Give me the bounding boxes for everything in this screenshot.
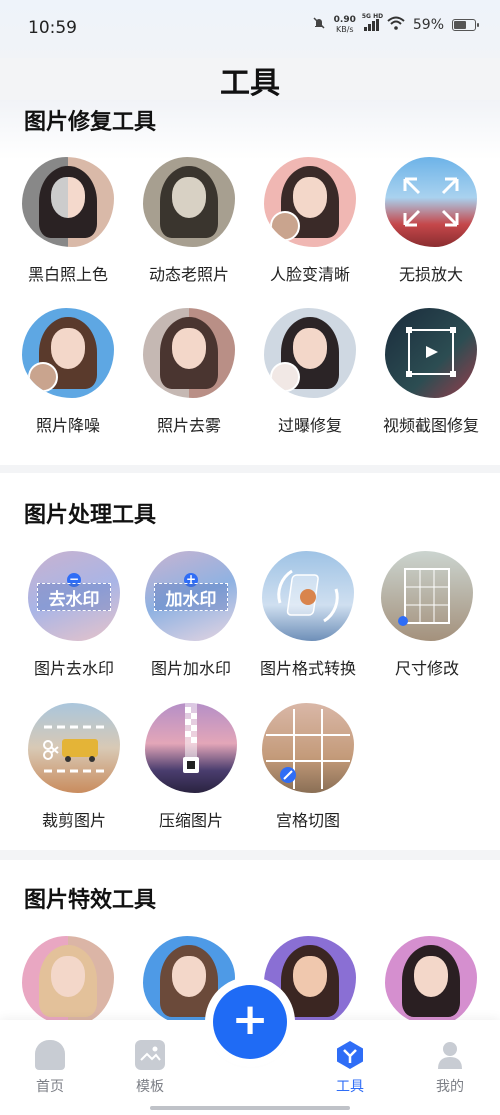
network-speed: 0.90 KB/s bbox=[333, 15, 356, 35]
compress-thumbnail bbox=[145, 703, 237, 793]
tool-colorize[interactable]: 黑白照上色 bbox=[8, 157, 128, 285]
tool-remove-watermark[interactable]: − 去水印 图片去水印 bbox=[14, 551, 134, 679]
grid-slice-thumbnail bbox=[262, 703, 354, 793]
effect-thumbnail bbox=[22, 936, 114, 1026]
watermark-overlay: 去水印 bbox=[37, 583, 111, 612]
convert-arrows-icon bbox=[277, 569, 339, 623]
tool-effect-4[interactable] bbox=[371, 936, 491, 1026]
video-frame-thumbnail bbox=[385, 308, 477, 398]
section-title: 图片处理工具 bbox=[24, 503, 157, 528]
before-badge bbox=[270, 362, 300, 392]
watermark-overlay: 加水印 bbox=[154, 583, 228, 612]
nav-templates[interactable]: 模板 bbox=[110, 1040, 190, 1096]
resize-thumbnail bbox=[381, 551, 473, 641]
tool-compress[interactable]: 压缩图片 bbox=[131, 703, 251, 831]
add-watermark-thumbnail: + 加水印 bbox=[145, 551, 237, 641]
effect-thumbnail bbox=[385, 936, 477, 1026]
status-time: 10:59 bbox=[28, 18, 77, 38]
dehaze-thumbnail bbox=[143, 308, 235, 398]
tool-dehaze[interactable]: 照片去雾 bbox=[129, 308, 249, 436]
tool-grid-slice[interactable]: 宫格切图 bbox=[248, 703, 368, 831]
overexposure-thumbnail bbox=[264, 308, 356, 398]
before-badge bbox=[28, 362, 58, 392]
remove-watermark-thumbnail: − 去水印 bbox=[28, 551, 120, 641]
battery-percent: 59% bbox=[412, 17, 444, 33]
nav-home[interactable]: 首页 bbox=[10, 1040, 90, 1096]
wifi-icon bbox=[387, 16, 405, 34]
face-enhance-thumbnail bbox=[264, 157, 356, 247]
zipper-icon bbox=[183, 703, 199, 773]
nav-profile[interactable]: 我的 bbox=[410, 1040, 490, 1096]
tool-effect-1[interactable] bbox=[8, 936, 128, 1026]
cellular-signal-icon: 5G HD bbox=[362, 13, 383, 31]
format-convert-thumbnail bbox=[262, 551, 354, 641]
section-title: 图片修复工具 bbox=[24, 110, 157, 135]
denoise-thumbnail bbox=[22, 308, 114, 398]
play-frame-icon bbox=[406, 327, 456, 377]
expand-arrows-icon bbox=[403, 177, 459, 227]
scissors-icon bbox=[43, 725, 104, 773]
home-indicator[interactable] bbox=[150, 1106, 350, 1110]
tool-add-watermark[interactable]: + 加水印 图片加水印 bbox=[131, 551, 251, 679]
upscale-thumbnail bbox=[385, 157, 477, 247]
profile-icon bbox=[435, 1040, 465, 1070]
resize-frame-icon bbox=[398, 568, 450, 626]
tool-video-frame-repair[interactable]: 视频截图修复 bbox=[371, 308, 491, 436]
status-icons: 0.90 KB/s 5G HD 59% bbox=[312, 13, 479, 35]
tool-denoise[interactable]: 照片降噪 bbox=[8, 308, 128, 436]
tool-animate-old-photo[interactable]: 动态老照片 bbox=[129, 157, 249, 285]
tools-icon bbox=[335, 1040, 365, 1070]
tool-resize[interactable]: 尺寸修改 bbox=[367, 551, 487, 679]
tool-face-enhance[interactable]: 人脸变清晰 bbox=[250, 157, 370, 285]
tool-overexposure-fix[interactable]: 过曝修复 bbox=[250, 308, 370, 436]
section-repair-tools: 图片修复工具 黑白照上色 动态老照片 人脸变清晰 无损放大 照片降噪 照片去雾 … bbox=[0, 100, 500, 465]
tool-lossless-upscale[interactable]: 无损放大 bbox=[371, 157, 491, 285]
battery-icon bbox=[452, 19, 479, 31]
page-title: 工具 bbox=[220, 66, 280, 101]
section-processing-tools: 图片处理工具 − 去水印 图片去水印 + 加水印 图片加水印 图片格式转换 尺寸… bbox=[0, 473, 500, 850]
old-photo-thumbnail bbox=[143, 157, 235, 247]
tool-format-convert[interactable]: 图片格式转换 bbox=[248, 551, 368, 679]
before-badge bbox=[270, 211, 300, 241]
nav-tools[interactable]: 工具 bbox=[310, 1040, 390, 1096]
crop-thumbnail bbox=[28, 703, 120, 793]
mute-icon bbox=[312, 16, 326, 34]
template-icon bbox=[135, 1040, 165, 1070]
colorize-thumbnail bbox=[22, 157, 114, 247]
create-button[interactable]: + bbox=[213, 985, 287, 1059]
home-icon bbox=[35, 1040, 65, 1070]
tool-crop[interactable]: 裁剪图片 bbox=[14, 703, 134, 831]
grid-icon bbox=[266, 709, 350, 789]
status-bar: 10:59 0.90 KB/s 5G HD 59% bbox=[0, 0, 500, 58]
section-title: 图片特效工具 bbox=[24, 888, 157, 913]
